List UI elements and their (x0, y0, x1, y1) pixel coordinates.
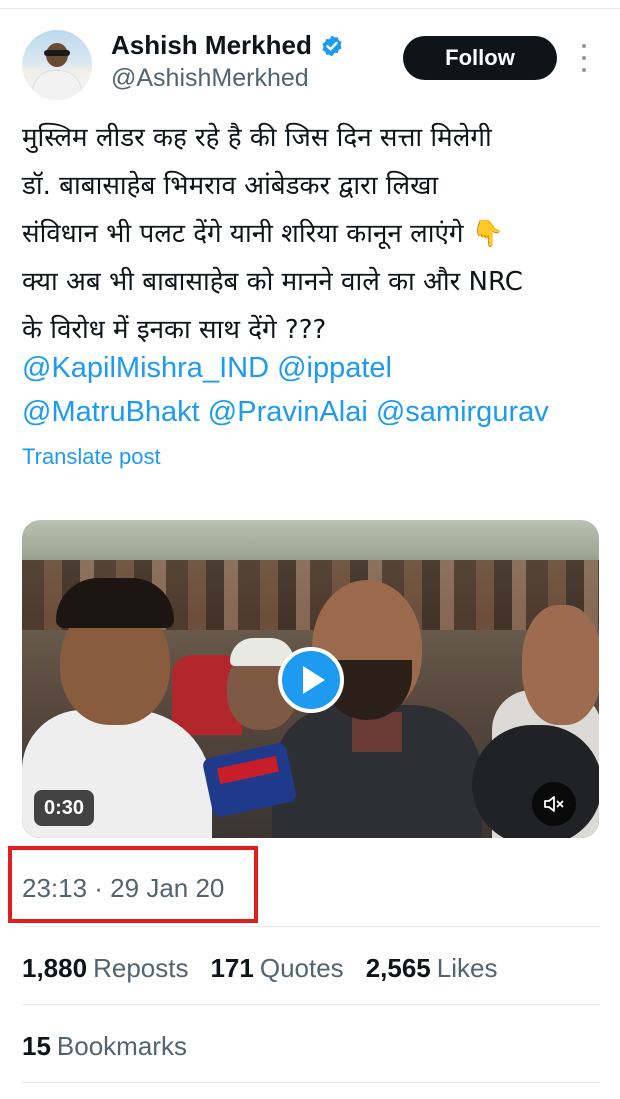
author-display-name[interactable]: Ashish Merkhed (111, 30, 312, 61)
divider (22, 926, 600, 927)
mention-link[interactable]: @PravinAlai (208, 396, 368, 428)
verified-badge-icon (322, 35, 342, 56)
translate-post-link[interactable]: Translate post (22, 444, 161, 470)
tweet-mentions: @KapilMishra_IND @ippatel @MatruBhakt @P… (22, 346, 607, 434)
avatar-body (32, 70, 82, 100)
tweet-text-line: संविधान भी पलट देंगे यानी शरिया कानून ला… (22, 219, 505, 249)
more-options-icon[interactable] (578, 44, 590, 72)
muted-speaker-icon (544, 796, 564, 812)
video-player[interactable]: 0:30 (22, 520, 599, 838)
reposts-count: 1,880 (22, 953, 88, 983)
play-button[interactable] (278, 647, 344, 713)
mentions-line: @MatruBhakt @PravinAlai @samirgurav (22, 390, 607, 434)
quotes-label: Quotes (259, 953, 344, 983)
author-handle[interactable]: @AshishMerkhed (111, 64, 309, 93)
more-dot (582, 56, 586, 60)
divider (22, 1004, 600, 1005)
likes-stat[interactable]: 2,565 Likes (366, 953, 498, 984)
bookmarks-count: 15 (22, 1031, 51, 1061)
video-person-left-hair (56, 578, 174, 628)
video-duration: 0:30 (34, 790, 95, 826)
mention-link[interactable]: @MatruBhakt (22, 396, 200, 428)
engagement-stats: 1,880 Reposts 171 Quotes 2,565 Likes (22, 953, 519, 984)
top-divider (0, 8, 620, 9)
more-dot (582, 44, 586, 48)
tweet-text: मुस्लिम लीडर कह रहे है की जिस दिन सत्ता … (22, 114, 607, 354)
likes-label: Likes (436, 953, 498, 983)
mention-link[interactable]: @KapilMishra_IND (22, 352, 269, 384)
bookmarks-label: Bookmarks (56, 1031, 187, 1061)
video-person-right-face (522, 605, 599, 725)
avatar-sunglasses (44, 50, 70, 56)
mention-link[interactable]: @ippatel (277, 352, 392, 384)
reposts-label: Reposts (93, 953, 189, 983)
mention-link[interactable]: @samirgurav (376, 396, 549, 428)
tweet-text-line: डॉ. बाबासाहेब भिमराव आंबेडकर द्वारा लिखा (22, 171, 439, 201)
divider (22, 1082, 600, 1083)
mentions-line: @KapilMishra_IND @ippatel (22, 346, 607, 390)
mute-button[interactable] (532, 782, 576, 826)
post-timestamp[interactable]: 23:13 · 29 Jan 20 (22, 873, 224, 904)
quotes-count: 171 (210, 953, 254, 983)
video-microphone-foreground (472, 725, 599, 838)
author-name-row[interactable]: Ashish Merkhed (111, 30, 344, 61)
bookmarks-stat[interactable]: 15 Bookmarks (22, 1031, 187, 1062)
quotes-stat[interactable]: 171 Quotes (210, 953, 343, 984)
play-icon (303, 666, 325, 694)
avatar[interactable] (22, 30, 92, 100)
tweet-text-line: क्या अब भी बाबासाहेब को मानने वाले का और… (22, 267, 523, 297)
likes-count: 2,565 (365, 953, 431, 983)
reposts-stat[interactable]: 1,880 Reposts (22, 953, 188, 984)
follow-button[interactable]: Follow (403, 36, 557, 80)
tweet-text-line: मुस्लिम लीडर कह रहे है की जिस दिन सत्ता … (22, 123, 492, 153)
more-dot (582, 68, 586, 72)
